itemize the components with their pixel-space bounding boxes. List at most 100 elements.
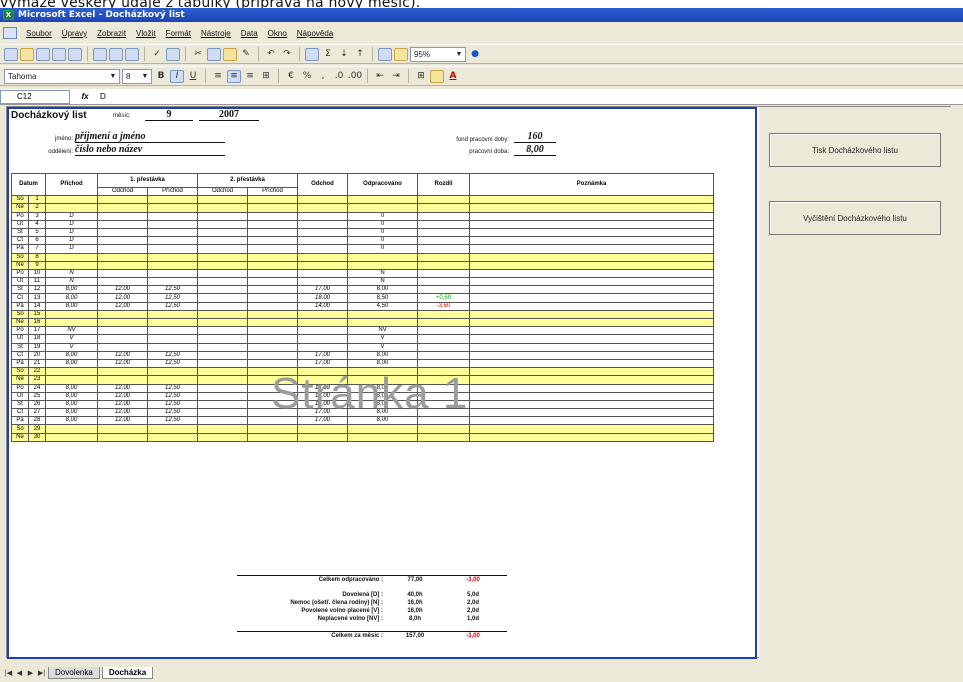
- prichod1-cell[interactable]: [147, 211, 198, 221]
- prichod-cell[interactable]: D: [45, 236, 98, 246]
- poznamka-cell[interactable]: [469, 334, 714, 344]
- day-cell[interactable]: Ne: [11, 203, 29, 213]
- prichod-cell[interactable]: NV: [45, 326, 98, 336]
- prichod1-cell[interactable]: [147, 326, 198, 336]
- rok-value[interactable]: 2007: [199, 109, 259, 121]
- odchod2-cell[interactable]: [197, 244, 248, 254]
- odchod-cell[interactable]: [297, 317, 348, 328]
- date-cell[interactable]: 5: [28, 227, 46, 238]
- day-cell[interactable]: So: [11, 424, 29, 434]
- save-icon[interactable]: [36, 47, 50, 61]
- date-cell[interactable]: 29: [28, 424, 46, 434]
- date-cell[interactable]: 26: [28, 399, 46, 410]
- hyperlink-icon[interactable]: [305, 47, 319, 61]
- menu-upravy[interactable]: Úpravy: [57, 29, 92, 38]
- first-sheet-icon[interactable]: |◀: [4, 669, 13, 677]
- prichod1-cell[interactable]: 12,50: [147, 391, 198, 401]
- rozdil-cell[interactable]: [417, 219, 470, 229]
- rozdil-cell[interactable]: [417, 211, 470, 221]
- prichod1-cell[interactable]: [147, 309, 198, 320]
- poznamka-cell[interactable]: [469, 268, 714, 279]
- print-preview-icon[interactable]: [109, 47, 123, 61]
- rozdil-cell[interactable]: [417, 326, 470, 336]
- prichod2-cell[interactable]: [247, 399, 298, 410]
- odchod2-cell[interactable]: [197, 358, 248, 369]
- menu-okno[interactable]: Okno: [263, 29, 292, 38]
- name-box[interactable]: C12: [0, 89, 70, 104]
- mesic-value[interactable]: 9: [145, 109, 193, 121]
- redo-icon[interactable]: ↷: [280, 48, 294, 61]
- prichod2-cell[interactable]: [247, 195, 298, 205]
- odchod1-cell[interactable]: [97, 252, 148, 262]
- poznamka-cell[interactable]: [469, 342, 714, 352]
- day-cell[interactable]: Pá: [11, 301, 29, 311]
- day-cell[interactable]: Po: [11, 326, 29, 336]
- copy-icon[interactable]: [207, 47, 221, 61]
- day-cell[interactable]: Út: [11, 219, 29, 229]
- odchod-cell[interactable]: [297, 268, 348, 279]
- prichod-cell[interactable]: 8,00: [45, 350, 98, 360]
- prichod2-cell[interactable]: [247, 432, 298, 442]
- odchod1-cell[interactable]: 12,00: [97, 383, 148, 393]
- odchod-cell[interactable]: [297, 252, 348, 262]
- odpracovano-cell[interactable]: [347, 375, 418, 385]
- poznamka-cell[interactable]: [469, 301, 714, 311]
- sort-ascending-icon[interactable]: ↓: [337, 48, 351, 61]
- date-cell[interactable]: 2: [28, 203, 46, 213]
- prichod1-cell[interactable]: 12,50: [147, 358, 198, 369]
- rozdil-cell[interactable]: [417, 317, 470, 328]
- poznamka-cell[interactable]: [469, 408, 714, 418]
- cut-icon[interactable]: ✂: [191, 48, 205, 61]
- prichod1-cell[interactable]: [147, 227, 198, 238]
- fond-value[interactable]: 160: [514, 131, 556, 143]
- prichod2-cell[interactable]: [247, 424, 298, 434]
- prichod1-cell[interactable]: 12,50: [147, 285, 198, 295]
- odchod1-cell[interactable]: [97, 211, 148, 221]
- day-cell[interactable]: St: [11, 227, 29, 238]
- odchod2-cell[interactable]: [197, 236, 248, 246]
- print-attendance-button[interactable]: Tisk Docházkového listu: [769, 133, 941, 167]
- odchod2-cell[interactable]: [197, 268, 248, 279]
- poznamka-cell[interactable]: [469, 350, 714, 360]
- rozdil-cell[interactable]: [417, 252, 470, 262]
- odchod1-cell[interactable]: 12,00: [97, 408, 148, 418]
- odpracovano-cell[interactable]: [347, 317, 418, 328]
- odchod1-cell[interactable]: [97, 203, 148, 213]
- odchod-cell[interactable]: 17,00: [297, 383, 348, 393]
- odchod-cell[interactable]: [297, 326, 348, 336]
- prichod-cell[interactable]: 8,00: [45, 416, 98, 426]
- align-center-icon[interactable]: ≡: [227, 69, 241, 83]
- prichod-cell[interactable]: 8,00: [45, 408, 98, 418]
- odpracovano-cell[interactable]: 8,50: [347, 293, 418, 303]
- prichod-cell[interactable]: [45, 375, 98, 385]
- rozdil-cell[interactable]: [417, 309, 470, 320]
- prichod-cell[interactable]: N: [45, 268, 98, 279]
- odchod2-cell[interactable]: [197, 334, 248, 344]
- percent-icon[interactable]: %: [300, 70, 314, 83]
- prichod2-cell[interactable]: [247, 391, 298, 401]
- rozdil-cell[interactable]: [417, 416, 470, 426]
- poznamka-cell[interactable]: [469, 309, 714, 320]
- poznamka-cell[interactable]: [469, 293, 714, 303]
- prichod2-cell[interactable]: [247, 383, 298, 393]
- prev-sheet-icon[interactable]: ◀: [15, 669, 24, 677]
- date-cell[interactable]: 10: [28, 268, 46, 279]
- odchod-cell[interactable]: 17,00: [297, 350, 348, 360]
- poznamka-cell[interactable]: [469, 424, 714, 434]
- prichod1-cell[interactable]: [147, 342, 198, 352]
- rozdil-cell[interactable]: [417, 285, 470, 295]
- prichod2-cell[interactable]: [247, 260, 298, 270]
- odchod1-cell[interactable]: [97, 236, 148, 246]
- odpracovano-cell[interactable]: V: [347, 334, 418, 344]
- prichod2-cell[interactable]: [247, 285, 298, 295]
- prichod2-cell[interactable]: [247, 317, 298, 328]
- odpracovano-cell[interactable]: 0: [347, 236, 418, 246]
- day-cell[interactable]: Ne: [11, 317, 29, 328]
- rozdil-cell[interactable]: [417, 432, 470, 442]
- prichod2-cell[interactable]: [247, 326, 298, 336]
- spelling-icon[interactable]: ✓: [150, 48, 164, 61]
- rozdil-cell[interactable]: [417, 334, 470, 344]
- odchod2-cell[interactable]: [197, 195, 248, 205]
- odchod1-cell[interactable]: 12,00: [97, 399, 148, 410]
- fill-color-icon[interactable]: [430, 69, 444, 83]
